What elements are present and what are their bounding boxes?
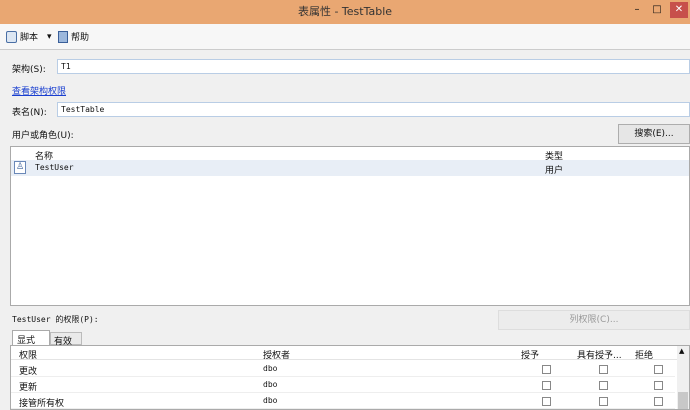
grant-checkbox[interactable] xyxy=(542,381,551,390)
help-icon xyxy=(58,30,68,43)
scrollbar-thumb[interactable] xyxy=(678,392,688,409)
scrollbar[interactable]: ▲ xyxy=(677,346,689,409)
table-row[interactable]: 接管所有权 dbo xyxy=(11,393,675,409)
grantor: dbo xyxy=(263,364,278,373)
permissions-label: TestUser 的权限(P): xyxy=(12,315,99,324)
script-icon xyxy=(6,30,17,43)
help-label: 帮助 xyxy=(71,33,90,43)
tab-explicit[interactable]: 显式 xyxy=(12,330,50,346)
permissions-table: 权限 授权者 授予 具有授予... 拒绝 ▲ 更改 dbo 更新 dbo 接管所… xyxy=(10,345,690,410)
user-type: 用户 xyxy=(545,166,564,176)
column-header-permission[interactable]: 权限 xyxy=(19,348,37,361)
schema-field[interactable]: T1 xyxy=(57,59,690,74)
table-name-label: 表名(N): xyxy=(12,108,47,118)
grantor: dbo xyxy=(263,396,278,405)
permission-name: 更新 xyxy=(19,383,38,393)
users-list[interactable]: 名称 类型 ♙ TestUser 用户 xyxy=(10,146,690,306)
user-icon: ♙ xyxy=(14,161,26,174)
user-name: TestUser xyxy=(35,163,74,172)
deny-checkbox[interactable] xyxy=(654,397,663,406)
column-header-grantor[interactable]: 授权者 xyxy=(263,348,290,361)
grantor: dbo xyxy=(263,380,278,389)
window-title: 表属性 - TestTable xyxy=(297,5,393,18)
table-name-field[interactable]: TestTable xyxy=(57,102,690,117)
list-item[interactable]: ♙ TestUser 用户 xyxy=(11,160,689,176)
help-button[interactable]: 帮助 xyxy=(58,30,89,43)
deny-checkbox[interactable] xyxy=(654,365,663,374)
column-permissions-button[interactable]: 列权限(C)... xyxy=(498,310,690,330)
tab-effective[interactable]: 有效 xyxy=(50,332,82,347)
with-grant-checkbox[interactable] xyxy=(599,397,608,406)
users-label: 用户或角色(U): xyxy=(12,131,74,141)
column-header-deny[interactable]: 拒绝 xyxy=(635,348,653,361)
scroll-up-icon[interactable]: ▲ xyxy=(679,347,684,355)
table-header: 权限 授权者 授予 具有授予... 拒绝 xyxy=(11,346,689,361)
schema-label: 架构(S): xyxy=(12,65,46,75)
with-grant-checkbox[interactable] xyxy=(599,365,608,374)
column-header-grant[interactable]: 授予 xyxy=(521,348,539,361)
deny-checkbox[interactable] xyxy=(654,381,663,390)
permission-name: 接管所有权 xyxy=(19,399,65,409)
permission-name: 更改 xyxy=(19,367,38,377)
toolbar: 脚本 ▾ 帮助 xyxy=(0,24,690,50)
chevron-down-icon[interactable]: ▾ xyxy=(47,32,52,42)
close-button[interactable]: ✕ xyxy=(670,2,688,18)
minimize-button[interactable]: – xyxy=(628,2,646,18)
view-schema-permissions-link[interactable]: 查看架构权限 xyxy=(12,84,66,97)
grant-checkbox[interactable] xyxy=(542,365,551,374)
grant-checkbox[interactable] xyxy=(542,397,551,406)
maximize-button[interactable]: □ xyxy=(648,2,666,18)
with-grant-checkbox[interactable] xyxy=(599,381,608,390)
column-header-with-grant[interactable]: 具有授予... xyxy=(577,348,622,361)
search-button[interactable]: 搜索(E)... xyxy=(618,124,690,144)
script-button[interactable]: 脚本 ▾ xyxy=(6,30,52,43)
table-row[interactable]: 更新 dbo xyxy=(11,377,675,393)
table-row[interactable]: 更改 dbo xyxy=(11,361,675,377)
title-bar: 表属性 - TestTable xyxy=(0,0,690,24)
script-label: 脚本 xyxy=(20,33,39,43)
